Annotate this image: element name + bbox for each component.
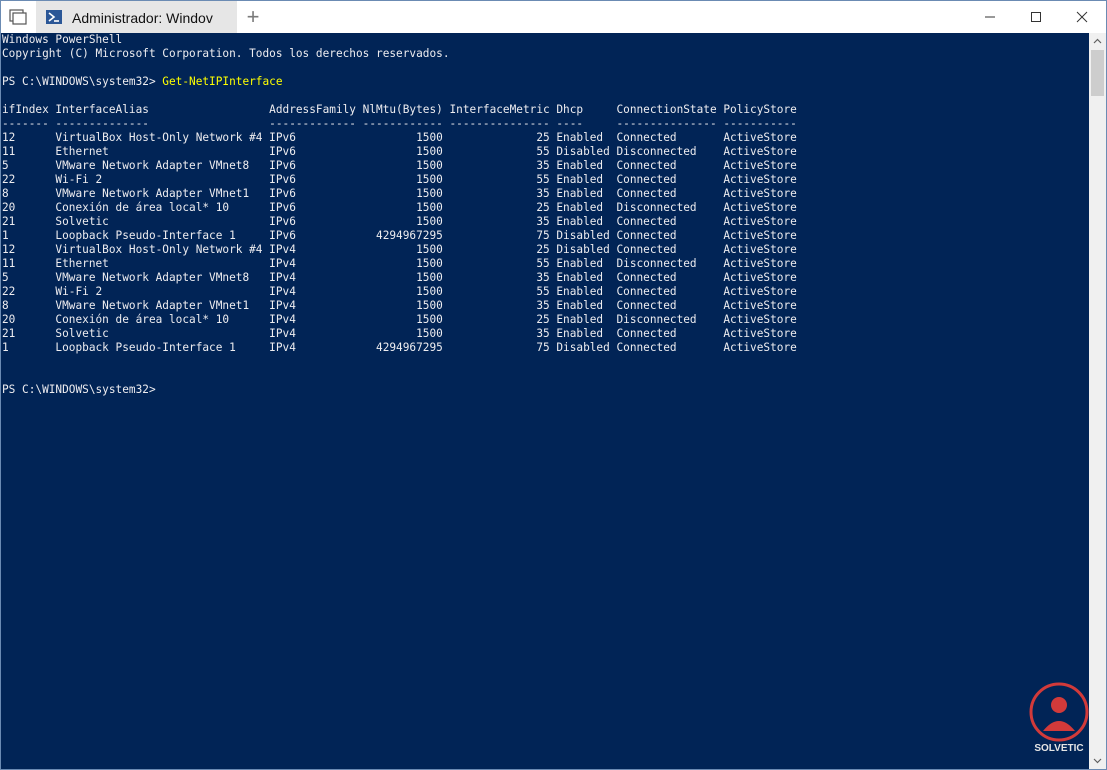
table-row: 11 Ethernet IPv4 1500 55 Enabled Disconn… <box>2 257 797 270</box>
table-row: 8 VMware Network Adapter VMnet1 IPv4 150… <box>2 299 797 312</box>
command-text: Get-NetIPInterface <box>162 75 283 88</box>
table-row: 5 VMware Network Adapter VMnet8 IPv4 150… <box>2 271 797 284</box>
table-row: 22 Wi-Fi 2 IPv6 1500 55 Enabled Connecte… <box>2 173 797 186</box>
tab-powershell[interactable]: Administrador: Windov <box>36 1 237 33</box>
table-row: 20 Conexión de área local* 10 IPv6 1500 … <box>2 201 797 214</box>
solvetic-logo-icon <box>1029 682 1089 742</box>
minimize-button[interactable] <box>967 1 1013 33</box>
table-row: 5 VMware Network Adapter VMnet8 IPv6 150… <box>2 159 797 172</box>
banner-copyright: Copyright (C) Microsoft Corporation. Tod… <box>2 47 450 60</box>
minimize-icon <box>985 16 995 18</box>
table-row: 1 Loopback Pseudo-Interface 1 IPv6 42949… <box>2 229 797 242</box>
terminal-window: Administrador: Windov + Windows PowerShe… <box>0 0 1107 770</box>
table-row: 21 Solvetic IPv6 1500 35 Enabled Connect… <box>2 215 797 228</box>
new-tab-button[interactable]: + <box>244 6 262 28</box>
title-bar: Administrador: Windov + <box>1 1 1106 33</box>
banner-title: Windows PowerShell <box>2 33 123 46</box>
close-button[interactable] <box>1059 1 1105 33</box>
tab-title: Administrador: Windov <box>72 10 213 26</box>
solvetic-watermark: SOLVETIC <box>1019 681 1099 765</box>
table-separator: ------- -------------- ------------- ---… <box>2 117 797 130</box>
tab-switcher-icon[interactable] <box>7 8 27 26</box>
powershell-icon <box>46 10 62 24</box>
table-row: 8 VMware Network Adapter VMnet1 IPv6 150… <box>2 187 797 200</box>
table-header: ifIndex InterfaceAlias AddressFamily NlM… <box>2 103 797 116</box>
scrollbar-thumb[interactable] <box>1091 50 1104 96</box>
maximize-button[interactable] <box>1013 1 1059 33</box>
table-row: 11 Ethernet IPv6 1500 55 Disabled Discon… <box>2 145 797 158</box>
command-line: PS C:\WINDOWS\system32> Get-NetIPInterfa… <box>2 75 283 89</box>
maximize-icon <box>1031 12 1041 22</box>
table-row: 12 VirtualBox Host-Only Network #4 IPv6 … <box>2 131 797 144</box>
table-row: 12 VirtualBox Host-Only Network #4 IPv4 … <box>2 243 797 256</box>
watermark-text: SOLVETIC <box>1034 743 1084 754</box>
vertical-scrollbar[interactable] <box>1089 33 1106 769</box>
final-prompt: PS C:\WINDOWS\system32> <box>2 383 156 396</box>
console-output[interactable]: Windows PowerShell Copyright (C) Microso… <box>1 33 1089 769</box>
table-row: 21 Solvetic IPv4 1500 35 Enabled Connect… <box>2 327 797 340</box>
table-row: 22 Wi-Fi 2 IPv4 1500 55 Enabled Connecte… <box>2 285 797 298</box>
prompt-text: PS C:\WINDOWS\system32> <box>2 75 163 88</box>
scroll-up-button[interactable] <box>1089 33 1106 50</box>
chevron-up-icon <box>1093 38 1102 44</box>
close-icon <box>1076 11 1088 23</box>
table-row: 20 Conexión de área local* 10 IPv4 1500 … <box>2 313 797 326</box>
table-row: 1 Loopback Pseudo-Interface 1 IPv4 42949… <box>2 341 797 354</box>
